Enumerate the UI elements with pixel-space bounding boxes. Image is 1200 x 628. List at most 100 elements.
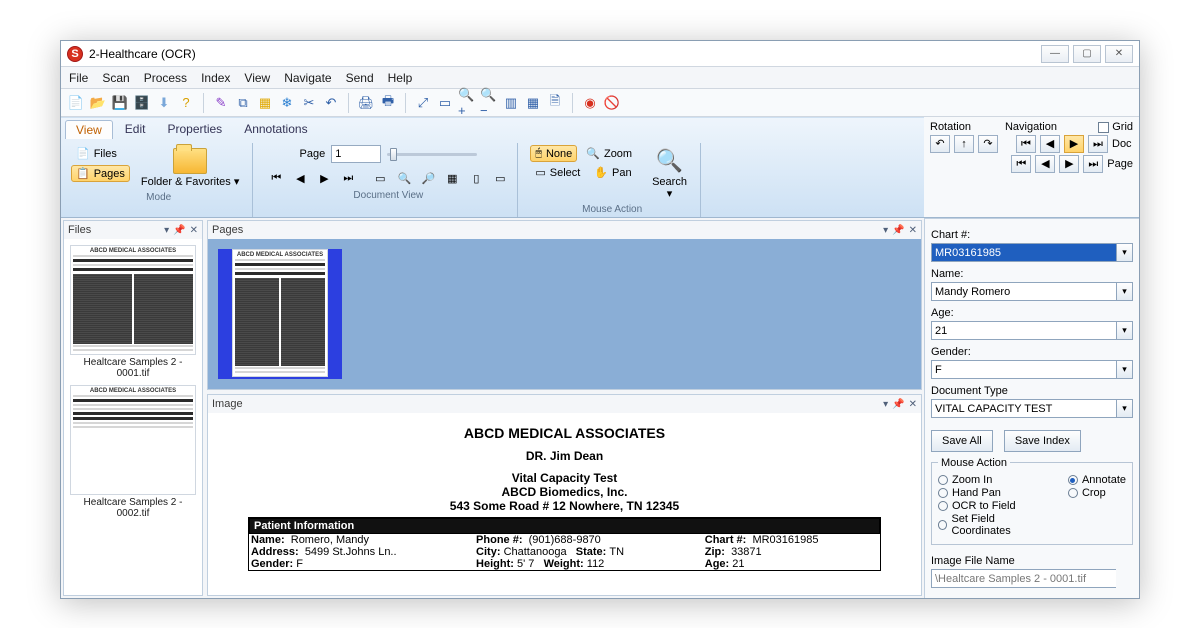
close-icon[interactable]: ✕ [190, 225, 198, 236]
menu-index[interactable]: Index [201, 71, 230, 85]
fitpage-icon[interactable]: ▭ [436, 94, 454, 112]
gender-field[interactable]: ▾ [931, 360, 1133, 379]
chevron-down-icon[interactable]: ▾ [1116, 321, 1133, 340]
rotate-right-button[interactable]: ↷ [978, 135, 998, 153]
radio-crop[interactable]: Crop [1068, 487, 1126, 499]
menu-scan[interactable]: Scan [102, 71, 129, 85]
rotate-up-button[interactable]: ↑ [954, 135, 974, 153]
dropdown-icon[interactable]: ▾ [164, 225, 169, 236]
page-next-button[interactable]: ▶ [1059, 155, 1079, 173]
imgfile-field[interactable]: ▾ [931, 569, 1133, 588]
zoom-slider[interactable] [387, 147, 477, 161]
file-thumb-2[interactable]: ABCD MEDICAL ASSOCIATES [70, 385, 196, 495]
copy-icon[interactable]: ⧉ [234, 94, 252, 112]
fit-icon[interactable]: ⤢ [414, 94, 432, 112]
columns-icon[interactable]: ▥ [502, 94, 520, 112]
doc-next-button[interactable]: ▶ [1064, 135, 1084, 153]
prev-page-button[interactable]: ◀ [289, 167, 311, 189]
magminus-button[interactable]: 🔎 [417, 167, 439, 189]
close-button[interactable]: ✕ [1105, 45, 1133, 63]
menu-file[interactable]: File [69, 71, 88, 85]
calendar-icon[interactable]: ▦ [524, 94, 542, 112]
pin-icon[interactable]: 📌 [173, 225, 185, 236]
page-input[interactable] [331, 145, 381, 163]
flake-icon[interactable]: ❄ [278, 94, 296, 112]
fitw-button[interactable]: ▯ [465, 167, 487, 189]
new-icon[interactable]: 📄 [67, 94, 85, 112]
magplus-button[interactable]: 🔍 [393, 167, 415, 189]
undo-icon[interactable]: ↶ [322, 94, 340, 112]
page-thumb-1[interactable]: ABCD MEDICAL ASSOCIATES [232, 249, 328, 377]
save-index-button[interactable]: Save Index [1004, 430, 1081, 452]
zoom-button[interactable]: 🔍 Zoom [581, 145, 637, 162]
doc-icon[interactable]: 🗎 [546, 94, 564, 112]
help-icon[interactable]: ? [177, 94, 195, 112]
minimize-button[interactable]: — [1041, 45, 1069, 63]
page-first-button[interactable]: ⏮ [1011, 155, 1031, 173]
pan-button[interactable]: ✋ Pan [589, 164, 636, 181]
nosign-icon[interactable]: 🚫 [603, 94, 621, 112]
radio-zoom-in[interactable]: Zoom In [938, 474, 1050, 486]
pin-icon[interactable]: 📌 [892, 399, 904, 410]
next-page-button[interactable]: ▶ [313, 167, 335, 189]
save-all-button[interactable]: Save All [931, 430, 993, 452]
fith-button[interactable]: ▭ [489, 167, 511, 189]
download-icon[interactable]: ⬇ [155, 94, 173, 112]
search-button[interactable]: 🔍 Search ▾ [645, 145, 694, 203]
thumbgrid-button[interactable]: ▦ [441, 167, 463, 189]
tab-properties[interactable]: Properties [157, 120, 232, 139]
dropdown-icon[interactable]: ▾ [883, 399, 888, 410]
rotate-left-button[interactable]: ↶ [930, 135, 950, 153]
chartnum-field[interactable]: ▾ [931, 243, 1133, 262]
dropdown-icon[interactable]: ▾ [883, 225, 888, 236]
maximize-button[interactable]: ▢ [1073, 45, 1101, 63]
select-button[interactable]: ▭ Select [530, 164, 585, 181]
name-field[interactable]: ▾ [931, 282, 1133, 301]
wand-icon[interactable]: ✎ [212, 94, 230, 112]
file-thumb-1[interactable]: ABCD MEDICAL ASSOCIATES [70, 245, 196, 355]
radio-hand-pan[interactable]: Hand Pan [938, 487, 1050, 499]
radio-annotate[interactable]: Annotate [1068, 474, 1126, 486]
menu-process[interactable]: Process [144, 71, 187, 85]
grid-icon[interactable]: ▦ [256, 94, 274, 112]
tab-annotations[interactable]: Annotations [234, 120, 317, 139]
menu-send[interactable]: Send [346, 71, 374, 85]
close-icon[interactable]: ✕ [909, 399, 917, 410]
doc-last-button[interactable]: ⏭ [1088, 135, 1108, 153]
pages-button[interactable]: 📋 Pages [71, 165, 130, 182]
document-preview[interactable]: ABCD MEDICAL ASSOCIATES DR. Jim Dean Vit… [208, 413, 921, 583]
age-field[interactable]: ▾ [931, 321, 1133, 340]
chevron-down-icon[interactable]: ▾ [1116, 243, 1133, 262]
doctype-field[interactable]: ▾ [931, 399, 1133, 418]
pin-icon[interactable]: 📌 [892, 225, 904, 236]
page-last-button[interactable]: ⏭ [1083, 155, 1103, 173]
first-page-button[interactable]: ⏮ [265, 167, 287, 189]
zoomout-icon[interactable]: 🔍− [480, 94, 498, 112]
chevron-down-icon[interactable]: ▾ [1116, 360, 1133, 379]
last-page-button[interactable]: ⏭ [337, 167, 359, 189]
radio-setfield[interactable]: Set Field Coordinates [938, 513, 1050, 537]
folder-favorites-button[interactable]: Folder & Favorites ▾ [134, 145, 246, 191]
tab-edit[interactable]: Edit [115, 120, 156, 139]
save-icon[interactable]: 💾 [111, 94, 129, 112]
printsetup-icon[interactable]: 🖶 [379, 94, 397, 112]
layout1-button[interactable]: ▭ [369, 167, 391, 189]
saveall-icon[interactable]: 🗄️ [133, 94, 151, 112]
menu-navigate[interactable]: Navigate [284, 71, 331, 85]
chevron-down-icon[interactable]: ▾ [1116, 399, 1133, 418]
files-button[interactable]: 📄 Files [71, 145, 130, 162]
doc-prev-button[interactable]: ◀ [1040, 135, 1060, 153]
chevron-down-icon[interactable]: ▾ [1116, 282, 1133, 301]
radio-ocr[interactable]: OCR to Field [938, 500, 1050, 512]
open-icon[interactable]: 📂 [89, 94, 107, 112]
close-icon[interactable]: ✕ [909, 225, 917, 236]
print-icon[interactable]: 🖨 [357, 94, 375, 112]
zoomin-icon[interactable]: 🔍+ [458, 94, 476, 112]
menu-view[interactable]: View [244, 71, 270, 85]
grid-checkbox[interactable] [1098, 122, 1109, 133]
tab-view[interactable]: View [65, 120, 113, 139]
doc-first-button[interactable]: ⏮ [1016, 135, 1036, 153]
menu-help[interactable]: Help [388, 71, 413, 85]
none-button[interactable]: 🖱 None [530, 145, 577, 162]
globe-red-icon[interactable]: ◉ [581, 94, 599, 112]
